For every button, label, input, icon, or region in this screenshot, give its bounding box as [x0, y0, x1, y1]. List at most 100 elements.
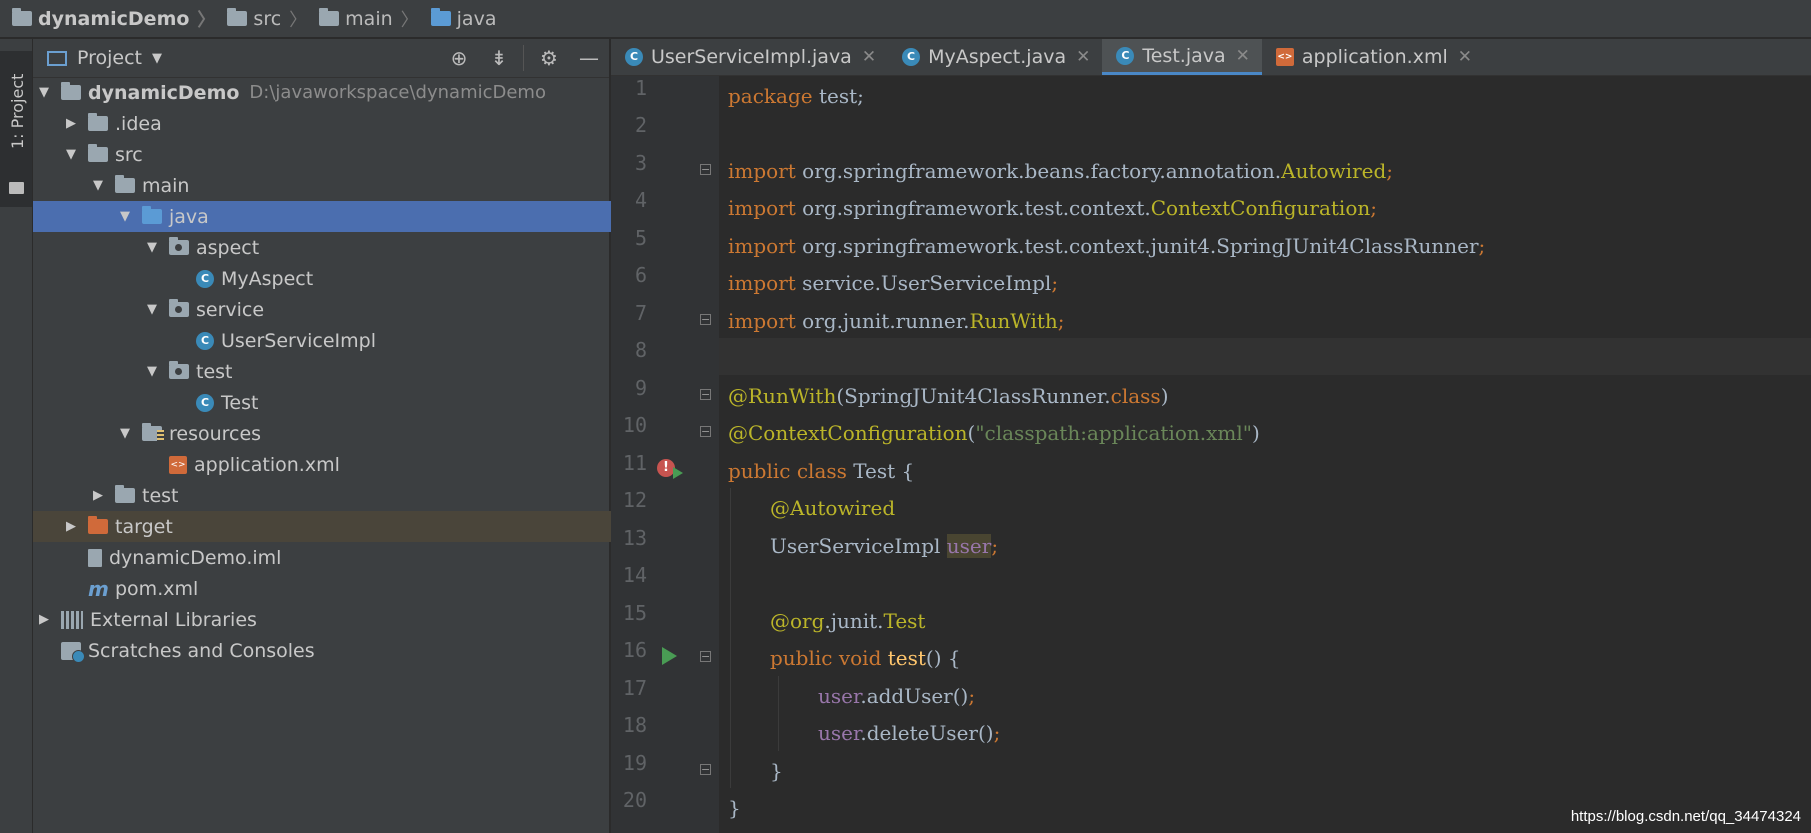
- class-icon: C: [902, 48, 921, 66]
- tree-item-java[interactable]: ▼ java: [33, 201, 695, 232]
- watermark-text: https://blog.csdn.net/qq_34474324: [1570, 808, 1801, 825]
- tree-item-external-libraries[interactable]: ▶ External Libraries: [33, 604, 614, 635]
- project-tool-tab-label: 1: Project: [8, 73, 27, 149]
- collapse-all-icon[interactable]: ⇟: [488, 47, 510, 69]
- run-class-icon[interactable]: [673, 467, 683, 479]
- indent-guide: [730, 488, 731, 788]
- line-number: 17: [622, 676, 647, 700]
- close-icon[interactable]: ✕: [1076, 47, 1090, 67]
- keyword: public: [770, 646, 833, 670]
- code-text: () {: [925, 646, 961, 670]
- tree-item-src[interactable]: ▼ src: [33, 139, 641, 170]
- source-folder-icon: [142, 206, 162, 224]
- expanded-arrow-icon[interactable]: ▼: [118, 209, 132, 224]
- tree-item-dynamicdemo[interactable]: ▼ dynamicDemo D:\javaworkspace\dynamicDe…: [33, 77, 614, 108]
- libraries-icon: [61, 610, 83, 629]
- tree-item-scratches[interactable]: Scratches and Consoles: [33, 635, 628, 666]
- line-number: 14: [622, 563, 647, 587]
- fold-icon[interactable]: −: [700, 426, 711, 437]
- close-icon[interactable]: ✕: [862, 47, 876, 67]
- semicolon: ;: [1051, 271, 1059, 295]
- tree-item-main[interactable]: ▼ main: [33, 170, 668, 201]
- folder-icon: [12, 8, 32, 26]
- tab-myaspect[interactable]: C MyAspect.java ✕: [888, 39, 1102, 75]
- class-icon: C: [196, 269, 214, 288]
- chevron-right-icon: 〉: [289, 9, 308, 31]
- keyword: import: [728, 234, 796, 258]
- close-icon[interactable]: ✕: [1236, 46, 1250, 66]
- tree-item-label: dynamicDemo: [88, 81, 240, 104]
- code-line-15: @org.junit.Test: [770, 609, 925, 633]
- close-icon[interactable]: ✕: [1458, 47, 1472, 67]
- module-folder-icon: [61, 82, 81, 100]
- semicolon: ;: [993, 721, 1001, 745]
- expanded-arrow-icon[interactable]: ▼: [118, 426, 132, 441]
- tool-window-strip: 1: Project: [0, 39, 33, 833]
- toolbar-divider: [523, 45, 524, 71]
- fold-icon[interactable]: −: [700, 651, 711, 662]
- tree-item-resources[interactable]: ▼ resources: [33, 418, 695, 449]
- tree-item-target[interactable]: ▶ target: [33, 511, 641, 542]
- code-text: .addUser(): [860, 684, 969, 708]
- folder-icon: [88, 113, 108, 131]
- project-tool-tab[interactable]: 1: Project: [0, 51, 32, 207]
- breadcrumb-project[interactable]: dynamicDemo 〉: [0, 0, 215, 38]
- tab-userserviceimpl[interactable]: C UserServiceImpl.java ✕: [611, 39, 888, 75]
- chevron-down-icon[interactable]: ▼: [152, 51, 162, 66]
- breadcrumb-src[interactable]: src 〉: [215, 0, 307, 38]
- folder-icon: [9, 182, 24, 194]
- collapsed-arrow-icon[interactable]: ▶: [91, 488, 105, 503]
- tab-test[interactable]: C Test.java ✕: [1102, 39, 1262, 75]
- code-line-7: import org.junit.runner.RunWith;: [728, 309, 1065, 333]
- fold-icon[interactable]: −: [700, 389, 711, 400]
- expanded-arrow-icon[interactable]: ▼: [145, 302, 159, 317]
- xml-file-icon: <>: [169, 455, 187, 474]
- line-number: 8: [634, 338, 647, 362]
- line-number: 7: [634, 301, 647, 325]
- expanded-arrow-icon[interactable]: ▼: [64, 147, 78, 162]
- folder-icon: [227, 8, 248, 26]
- code-editor[interactable]: 1 2 3 4 5 6 7 8 9 10 11 12 13 14 15 16 1…: [611, 76, 1811, 833]
- navigation-bar: dynamicDemo 〉 src 〉 main 〉 java: [0, 0, 1811, 38]
- gear-icon[interactable]: ⚙: [538, 47, 560, 69]
- project-panel-title[interactable]: Project: [77, 47, 142, 69]
- collapsed-arrow-icon[interactable]: ▶: [64, 116, 78, 131]
- tree-item-label: pom.xml: [115, 577, 199, 600]
- minimize-icon[interactable]: —: [578, 47, 600, 69]
- project-panel: Project ▼ ⊕ ⇟ ⚙ — ▼ dynamicDemo D:\javaw…: [33, 39, 695, 833]
- tree-item-iml[interactable]: dynamicDemo.iml: [33, 542, 655, 573]
- annotation: @ContextConfiguration: [728, 421, 968, 445]
- breadcrumb-main[interactable]: main 〉: [307, 0, 419, 38]
- line-number: 13: [622, 526, 647, 550]
- locate-icon[interactable]: ⊕: [448, 47, 470, 69]
- collapsed-arrow-icon[interactable]: ▶: [37, 612, 51, 627]
- expanded-arrow-icon[interactable]: ▼: [145, 240, 159, 255]
- fold-icon[interactable]: −: [700, 164, 711, 175]
- code-text: UserServiceImpl: [770, 534, 947, 558]
- breadcrumb-java[interactable]: java: [419, 0, 496, 38]
- package-icon: [169, 237, 189, 255]
- line-number: 10: [622, 413, 647, 437]
- run-test-icon[interactable]: [662, 647, 677, 665]
- fold-icon[interactable]: −: [700, 314, 711, 325]
- code-line-3: import org.springframework.beans.factory…: [728, 159, 1393, 183]
- line-number: 20: [622, 788, 647, 812]
- tree-item-test-folder[interactable]: ▶ test: [33, 480, 668, 511]
- semicolon: ;: [1386, 159, 1394, 183]
- expanded-arrow-icon[interactable]: ▼: [91, 178, 105, 193]
- tree-item-label: Scratches and Consoles: [88, 639, 315, 662]
- expanded-arrow-icon[interactable]: ▼: [37, 85, 51, 100]
- tree-item-idea[interactable]: ▶ .idea: [33, 108, 641, 139]
- field-name: user: [946, 534, 992, 558]
- tab-application-xml[interactable]: <> application.xml ✕: [1262, 39, 1484, 75]
- code-line-16: public void test() {: [770, 646, 961, 670]
- semicolon: ;: [1057, 309, 1065, 333]
- tree-item-pom[interactable]: m pom.xml: [33, 573, 655, 604]
- line-number: 9: [634, 376, 647, 400]
- folder-icon: [115, 175, 135, 193]
- expanded-arrow-icon[interactable]: ▼: [145, 364, 159, 379]
- tree-item-label: External Libraries: [90, 608, 257, 631]
- collapsed-arrow-icon[interactable]: ▶: [64, 519, 78, 534]
- fold-icon[interactable]: −: [700, 764, 711, 775]
- tree-item-label: Test: [221, 391, 259, 414]
